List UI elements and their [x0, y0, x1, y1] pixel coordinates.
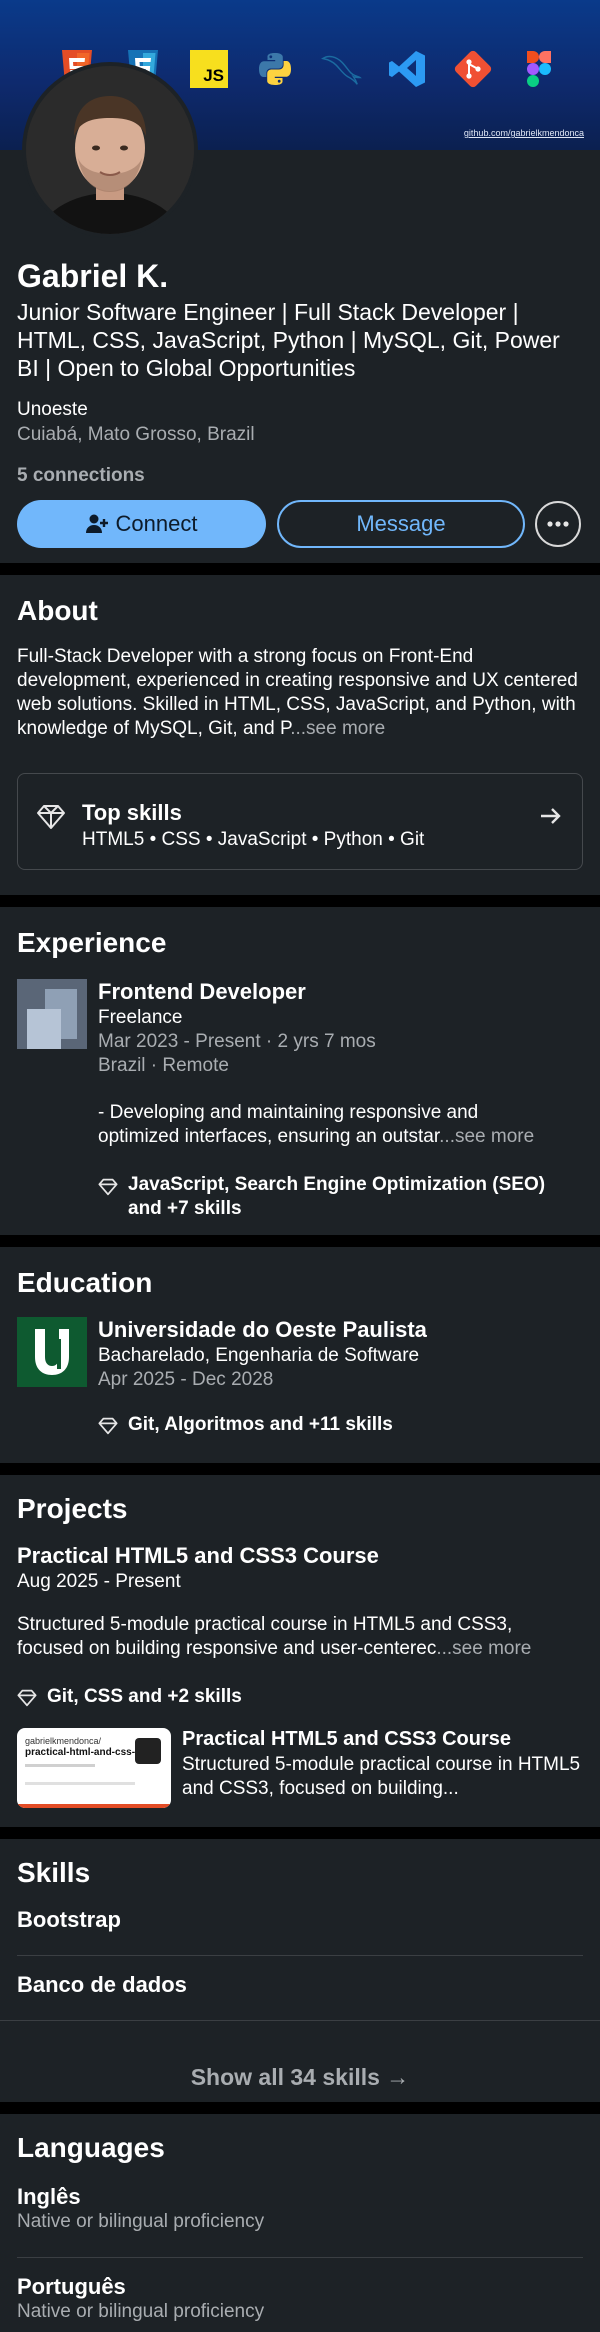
- section-separator: [0, 1463, 600, 1475]
- languages-section: Languages Inglês Native or bilingual pro…: [0, 2114, 600, 2332]
- project-card-title[interactable]: Practical HTML5 and CSS3 Course: [182, 1728, 511, 1751]
- language-level: Native or bilingual proficiency: [17, 2301, 265, 2322]
- skill-item[interactable]: Bootstrap: [17, 1907, 121, 1933]
- connect-label: Connect: [115, 511, 198, 536]
- profile-headline: Junior Software Engineer | Full Stack De…: [17, 299, 560, 381]
- project-desc-line: focused on building responsive and user-…: [17, 1638, 437, 1659]
- project-description: Structured 5-module practical course in …: [17, 1613, 583, 1661]
- figma-icon: [518, 48, 560, 90]
- project-card-desc: Structured 5-module practical course in …: [182, 1754, 581, 1799]
- vscode-icon: [386, 48, 428, 90]
- education-degree: Bacharelado, Engenharia de Software: [98, 1345, 420, 1366]
- experience-place: Brazil · Remote: [98, 1055, 229, 1076]
- arrow-right-icon: [541, 808, 561, 824]
- banner-github-url: github.com/gabrielkmendonca: [463, 128, 584, 138]
- project-skills-text: Git, CSS and +2 skills: [47, 1686, 242, 1707]
- language-level: Native or bilingual proficiency: [17, 2211, 265, 2232]
- project-thumbnail[interactable]: gabrielkmendonca/ practical-html-and-css…: [17, 1728, 171, 1808]
- about-section: About Full-Stack Developer with a strong…: [0, 575, 600, 895]
- experience-dates: Mar 2023 - Present · 2 yrs 7 mos: [98, 1031, 376, 1052]
- experience-title: Experience: [17, 927, 167, 958]
- thumb-repo-owner: gabrielkmendonca/: [25, 1736, 102, 1746]
- unoeste-logo[interactable]: [17, 1317, 87, 1387]
- experience-company: Freelance: [98, 1007, 183, 1028]
- project-desc-line: Structured 5-module practical course in …: [17, 1614, 513, 1635]
- about-text: Full-Stack Developer with a strong focus…: [17, 645, 583, 741]
- javascript-icon: JS: [188, 48, 230, 90]
- section-separator: [0, 895, 600, 907]
- message-label: Message: [356, 511, 446, 536]
- thumb-language-bar: [17, 1804, 171, 1808]
- profile-name: Gabriel K.: [17, 258, 169, 294]
- diamond-icon: [98, 1417, 118, 1435]
- more-dots-icon: [547, 521, 569, 527]
- git-icon: [452, 48, 494, 90]
- connections-count[interactable]: 5 connections: [17, 465, 145, 487]
- top-skills-card[interactable]: Top skills HTML5 • CSS • JavaScript • Py…: [17, 773, 583, 870]
- project-dates: Aug 2025 - Present: [17, 1571, 181, 1592]
- education-section: Education Universidade do Oeste Paulista…: [0, 1247, 600, 1463]
- experience-role[interactable]: Frontend Developer: [98, 979, 306, 1005]
- section-separator: [0, 563, 600, 575]
- diamond-icon: [37, 805, 65, 829]
- experience-see-more[interactable]: ...see more: [439, 1126, 534, 1147]
- mysql-icon: [320, 48, 362, 90]
- diamond-icon: [98, 1178, 118, 1196]
- experience-description: - Developing and maintaining responsive …: [98, 1101, 583, 1149]
- experience-skills-text: JavaScript, Search Engine Optimization (…: [128, 1174, 546, 1219]
- skills-title: Skills: [17, 1857, 91, 1888]
- experience-skills[interactable]: JavaScript, Search Engine Optimization (…: [98, 1173, 583, 1221]
- divider: [0, 2020, 600, 2021]
- profile-photo: [26, 66, 194, 234]
- skills-section: Skills Bootstrap Banco de dados Show all…: [0, 1839, 600, 2102]
- language-name: Português: [17, 2274, 126, 2299]
- project-see-more[interactable]: ...see more: [436, 1638, 531, 1659]
- skill-item[interactable]: Banco de dados: [17, 1972, 187, 1998]
- diamond-icon: [17, 1689, 37, 1707]
- divider: [17, 1955, 583, 1956]
- thumb-text-placeholder: [25, 1764, 95, 1767]
- divider: [17, 2257, 583, 2258]
- experience-section: Experience Frontend Developer Freelance …: [0, 907, 600, 1235]
- connect-button[interactable]: Connect: [17, 500, 266, 548]
- section-separator: [0, 2102, 600, 2114]
- show-all-skills-button[interactable]: Show all 34 skills →: [0, 2064, 600, 2091]
- add-person-icon: [85, 514, 108, 533]
- experience-desc-line: optimized interfaces, ensuring an outsta…: [98, 1126, 440, 1147]
- projects-title: Projects: [17, 1493, 128, 1524]
- language-name: Inglês: [17, 2184, 81, 2209]
- about-see-more[interactable]: ...see more: [290, 718, 385, 739]
- more-actions-button[interactable]: [535, 501, 581, 547]
- education-skills-text: Git, Algoritmos and +11 skills: [128, 1414, 393, 1435]
- profile-company[interactable]: Unoeste: [17, 399, 88, 421]
- education-skills[interactable]: Git, Algoritmos and +11 skills: [98, 1413, 393, 1437]
- freelance-logo[interactable]: [17, 979, 87, 1049]
- message-button[interactable]: Message: [277, 500, 525, 548]
- project-name: Practical HTML5 and CSS3 Course: [17, 1543, 379, 1568]
- thumb-repo-name: practical-html-and-css-...: [25, 1747, 144, 1758]
- profile-location: Cuiabá, Mato Grosso, Brazil: [17, 424, 255, 445]
- projects-section: Projects Practical HTML5 and CSS3 Course…: [0, 1475, 600, 1827]
- section-separator: [0, 1235, 600, 1247]
- languages-title: Languages: [17, 2132, 165, 2163]
- education-school[interactable]: Universidade do Oeste Paulista: [98, 1317, 427, 1343]
- top-skills-list: HTML5 • CSS • JavaScript • Python • Git: [82, 829, 425, 850]
- python-icon: [254, 48, 296, 90]
- experience-desc-line: - Developing and maintaining responsive …: [98, 1102, 479, 1123]
- education-title: Education: [17, 1267, 153, 1298]
- thumb-avatar: [135, 1738, 161, 1764]
- avatar[interactable]: [22, 62, 198, 238]
- section-separator: [0, 1827, 600, 1839]
- profile-intro-card: JS github.com/gabrielkmendonca Gabriel K…: [0, 0, 600, 563]
- education-dates: Apr 2025 - Dec 2028: [98, 1369, 274, 1390]
- about-title: About: [17, 595, 98, 626]
- top-skills-label: Top skills: [82, 800, 182, 825]
- thumb-text-placeholder: [25, 1782, 135, 1785]
- project-skills[interactable]: Git, CSS and +2 skills: [17, 1685, 242, 1709]
